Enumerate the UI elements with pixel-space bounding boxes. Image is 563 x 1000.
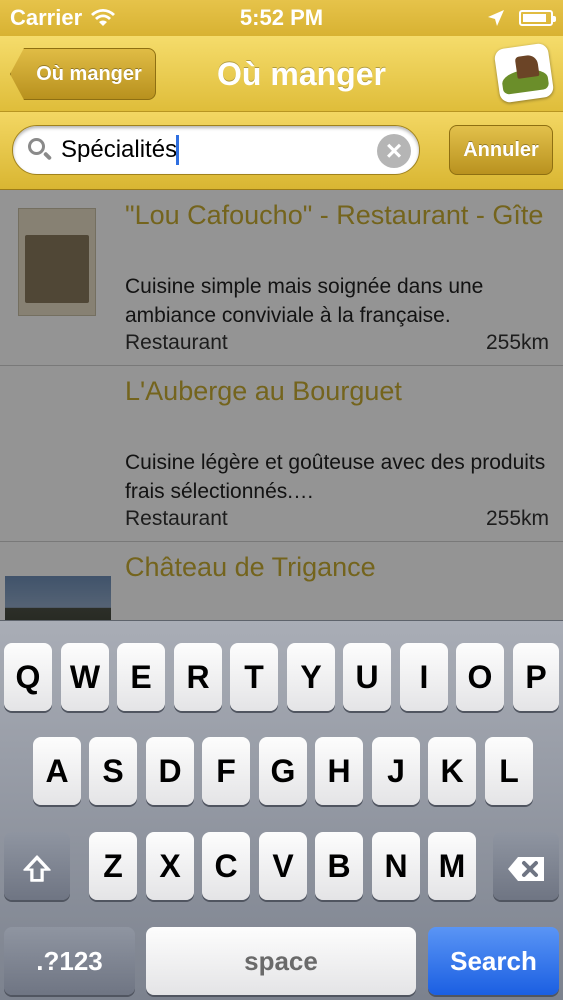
battery-icon	[519, 10, 556, 26]
key-s[interactable]: S	[89, 737, 137, 805]
status-right	[487, 9, 556, 27]
key-w[interactable]: W	[61, 643, 109, 711]
key-m[interactable]: M	[428, 832, 476, 900]
key-c[interactable]: C	[202, 832, 250, 900]
numbers-key[interactable]: .?123	[4, 927, 135, 995]
key-b[interactable]: B	[315, 832, 363, 900]
key-f[interactable]: F	[202, 737, 250, 805]
key-v[interactable]: V	[259, 832, 307, 900]
space-key[interactable]: space	[146, 927, 416, 995]
backspace-icon	[508, 856, 544, 881]
key-o[interactable]: O	[456, 643, 504, 711]
key-h[interactable]: H	[315, 737, 363, 805]
key-u[interactable]: U	[343, 643, 391, 711]
wifi-icon	[91, 9, 116, 26]
text-cursor	[176, 135, 180, 165]
key-z[interactable]: Z	[89, 832, 137, 900]
key-i[interactable]: I	[400, 643, 448, 711]
app-logo[interactable]	[493, 42, 555, 104]
search-bar: Spécialités × Annuler	[0, 112, 563, 190]
backspace-key[interactable]	[493, 832, 559, 900]
shift-key[interactable]	[4, 832, 70, 900]
battery-fill	[523, 14, 546, 22]
search-icon	[27, 137, 53, 163]
key-n[interactable]: N	[372, 832, 420, 900]
logo-rock-shape	[514, 54, 540, 79]
search-field[interactable]: Spécialités ×	[12, 125, 420, 175]
key-t[interactable]: T	[230, 643, 278, 711]
location-arrow-icon	[488, 10, 504, 26]
key-a[interactable]: A	[33, 737, 81, 805]
key-d[interactable]: D	[146, 737, 194, 805]
key-k[interactable]: K	[428, 737, 476, 805]
cancel-button[interactable]: Annuler	[449, 125, 553, 175]
key-g[interactable]: G	[259, 737, 307, 805]
carrier-group: Carrier	[10, 5, 116, 31]
search-key[interactable]: Search	[428, 927, 559, 995]
key-l[interactable]: L	[485, 737, 533, 805]
key-e[interactable]: E	[117, 643, 165, 711]
key-y[interactable]: Y	[287, 643, 335, 711]
key-x[interactable]: X	[146, 832, 194, 900]
key-r[interactable]: R	[174, 643, 222, 711]
status-bar: Carrier 5:52 PM	[0, 0, 563, 36]
shift-icon	[23, 854, 51, 882]
key-j[interactable]: J	[372, 737, 420, 805]
search-input[interactable]: Spécialités	[61, 136, 177, 164]
key-p[interactable]: P	[513, 643, 559, 711]
navigation-bar: Où manger Où manger	[0, 36, 563, 112]
keyboard: Q W E R T Y U I O P A S D F G H J K L Z …	[0, 620, 563, 1000]
clear-icon[interactable]: ×	[377, 134, 411, 168]
back-button[interactable]: Où manger	[10, 48, 156, 100]
page-title: Où manger	[217, 56, 386, 92]
key-q[interactable]: Q	[4, 643, 52, 711]
dim-overlay[interactable]	[0, 190, 563, 620]
carrier-label: Carrier	[10, 5, 83, 30]
